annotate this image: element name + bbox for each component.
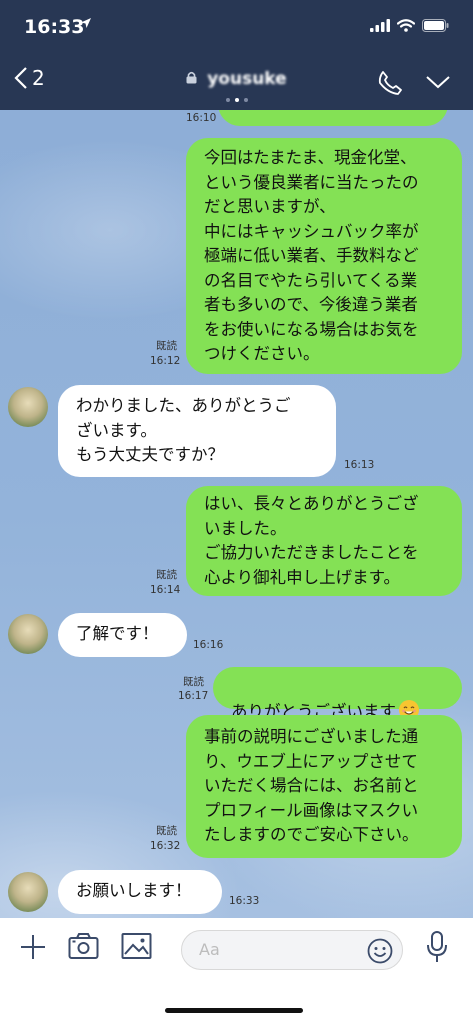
avatar[interactable]: [8, 872, 48, 912]
avatar[interactable]: [8, 614, 48, 654]
status-bar: 16:33: [0, 0, 473, 58]
location-arrow-icon: [81, 18, 91, 28]
chevron-down-icon[interactable]: [425, 74, 451, 90]
message-bubble-sent[interactable]: 事前の説明にございました通 り、ウエブ上にアップさせて いただく場合には、お名前…: [186, 715, 462, 858]
message-time: 16:14: [150, 584, 181, 596]
message-bubble-sent[interactable]: ありがとうございます: [213, 667, 462, 721]
message-bubble-received[interactable]: わかりました、ありがとうご ざいます。 もう大丈夫ですか？: [58, 385, 336, 477]
page-dot: [234, 98, 239, 102]
contact-name: yousuke: [207, 69, 287, 89]
plus-icon[interactable]: [18, 932, 48, 962]
message-bubble-sent[interactable]: はい、長々とありがとうござ いました。 ご協力いただきましたことを 心より御礼申…: [186, 486, 462, 596]
read-status: 既読: [156, 340, 177, 352]
read-status: 既読: [183, 676, 204, 688]
message-bubble-received[interactable]: 了解です！: [58, 613, 187, 657]
microphone-icon[interactable]: [424, 930, 450, 964]
signal-icon: [370, 19, 390, 32]
wifi-icon: [397, 19, 415, 32]
message-time: 16:10: [186, 112, 217, 124]
camera-icon[interactable]: [68, 932, 99, 960]
message-time: 16:12: [150, 355, 181, 367]
read-status: 既読: [156, 825, 177, 837]
message-time: 16:33: [229, 895, 260, 907]
chat-header: 2 yousuke: [0, 58, 473, 110]
page-dot: [225, 98, 230, 102]
message-input-placeholder: Aa: [199, 940, 220, 959]
message-time: 16:17: [178, 690, 209, 702]
battery-icon: [422, 19, 449, 32]
page-indicator: [0, 98, 473, 102]
status-icons: [370, 19, 449, 32]
avatar[interactable]: [8, 387, 48, 427]
page-dot: [243, 98, 248, 102]
lock-icon: [186, 71, 197, 84]
read-status: 既読: [156, 569, 177, 581]
emoji-icon[interactable]: [367, 938, 393, 964]
message-time: 16:16: [193, 639, 224, 651]
message-input[interactable]: Aa: [181, 930, 403, 970]
phone-icon[interactable]: [377, 70, 403, 96]
message-time: 16:13: [344, 459, 375, 471]
status-time: 16:33: [24, 16, 85, 38]
image-icon[interactable]: [121, 932, 152, 960]
home-indicator: [165, 1008, 303, 1013]
chat-area[interactable]: ありがとうございます。 16:10 今回はたまたま、現金化堂、 という優良業者に…: [0, 110, 473, 918]
message-bubble-sent[interactable]: 今回はたまたま、現金化堂、 という優良業者に当たったの だと思いますが、 中には…: [186, 138, 462, 374]
message-bubble-received[interactable]: お願いします！: [58, 870, 222, 914]
message-time: 16:32: [150, 840, 181, 852]
message-bubble-sent[interactable]: ありがとうございます。: [218, 110, 448, 126]
